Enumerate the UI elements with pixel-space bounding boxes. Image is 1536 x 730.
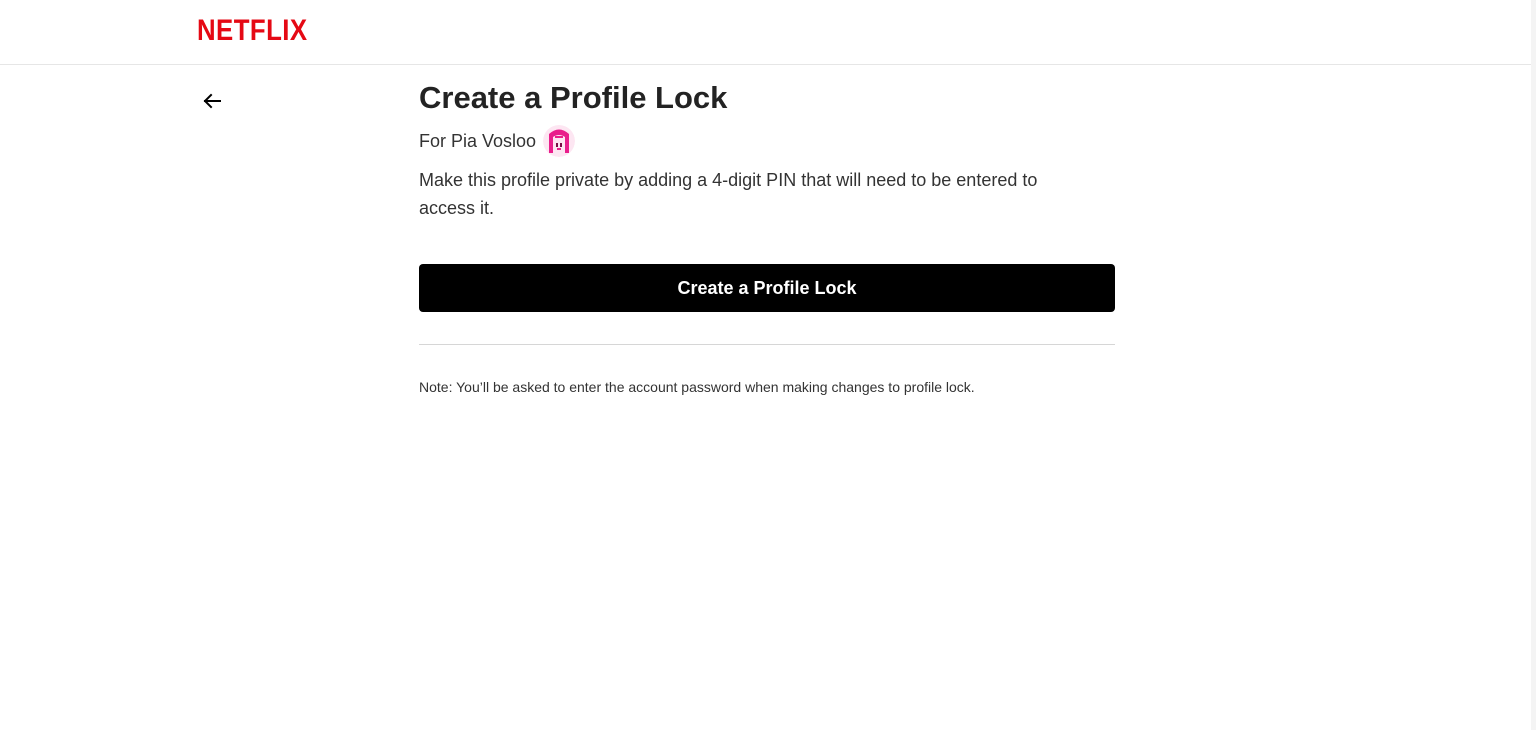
profile-avatar-icon — [543, 125, 576, 157]
description-text: Make this profile private by adding a 4-… — [419, 170, 1038, 218]
divider — [419, 344, 1115, 345]
netflix-logo[interactable]: NETFLIX — [197, 14, 308, 48]
back-button[interactable] — [200, 89, 224, 113]
profile-label: For Pia Vosloo — [419, 130, 537, 151]
page-title: Create a Profile Lock — [419, 80, 728, 115]
arrow-left-icon — [203, 93, 221, 109]
profile-row: For Pia Vosloo — [419, 125, 1115, 157]
create-profile-lock-button[interactable]: Create a Profile Lock — [419, 264, 1115, 312]
profile-lock-panel: Create a Profile Lock For Pia Vosloo Mak… — [419, 78, 1115, 395]
top-bar: NETFLIX — [0, 0, 1531, 65]
password-note: Note: You’ll be asked to enter the accou… — [419, 379, 975, 395]
scrollbar[interactable] — [1531, 0, 1536, 730]
